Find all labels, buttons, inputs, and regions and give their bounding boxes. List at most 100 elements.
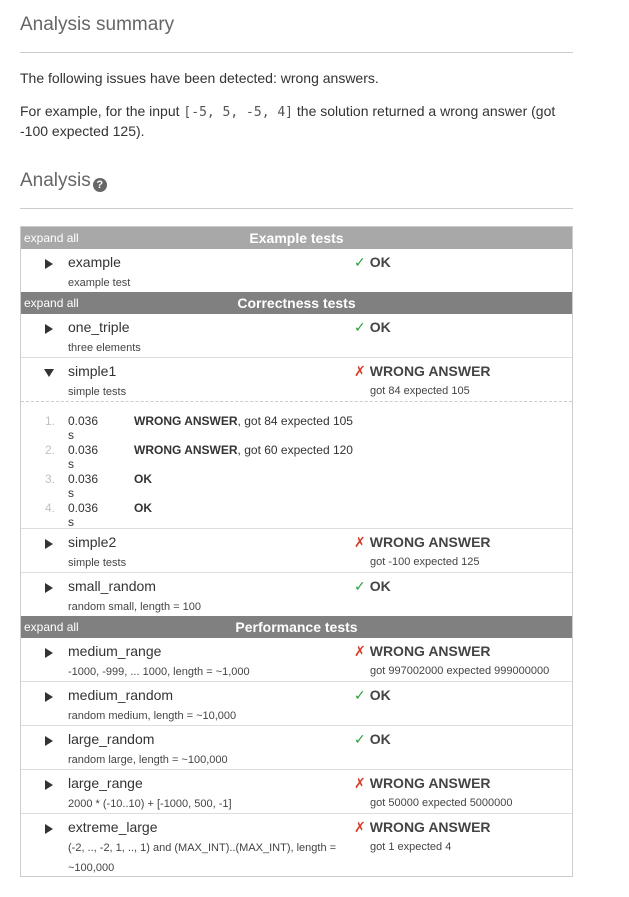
test-status: ✗ WRONG ANSWER — [354, 363, 491, 380]
expand-triangle-icon[interactable] — [45, 324, 53, 334]
cross-icon: ✗ — [354, 643, 366, 659]
test-description: three elements — [68, 342, 141, 354]
test-row-simple1[interactable]: simple1 simple tests ✗ WRONG ANSWER got 8… — [21, 357, 572, 401]
expand-triangle-icon[interactable] — [45, 648, 53, 658]
subtest-number: 1. — [45, 414, 56, 428]
summary-example-input: [-5, 5, -5, 4] — [183, 105, 293, 120]
summary-example-text: For example, for the input [-5, 5, -5, 4… — [20, 102, 560, 141]
subtest-result: WRONG ANSWER, got 60 expected 120 — [134, 443, 353, 457]
test-status-label: WRONG ANSWER — [369, 534, 491, 550]
summary-example-pre: For example, for the input — [20, 103, 184, 119]
test-status-label: WRONG ANSWER — [369, 363, 491, 379]
subtest-result-detail: , got 60 expected 120 — [237, 443, 353, 457]
expand-triangle-icon[interactable] — [45, 583, 53, 593]
test-name: medium_range — [68, 643, 162, 659]
subtest-list: 1. 0.036 s WRONG ANSWER, got 84 expected… — [21, 401, 572, 529]
test-description: simple tests — [68, 386, 127, 398]
test-status: ✓ OK — [354, 254, 391, 271]
test-name: example — [68, 254, 121, 270]
test-row-medium-range[interactable]: medium_range -1000, -999, ... 1000, leng… — [21, 638, 572, 681]
test-status: ✗ WRONG ANSWER — [354, 775, 491, 792]
subtest-result-status: OK — [134, 501, 152, 515]
help-icon[interactable]: ? — [92, 178, 107, 192]
test-status: ✓ OK — [354, 319, 391, 336]
test-description: random small, length = 100 — [68, 601, 201, 613]
analysis-divider — [20, 208, 573, 209]
subtest-result-status: WRONG ANSWER — [134, 443, 238, 457]
test-row-one-triple[interactable]: one_triple three elements ✓ OK — [21, 314, 572, 357]
check-icon: ✓ — [354, 319, 366, 335]
test-status: ✓ OK — [354, 578, 391, 595]
test-row-large-range[interactable]: large_range 2000 * (-10..10) + [-1000, 5… — [21, 769, 572, 813]
test-name: one_triple — [68, 319, 130, 335]
test-row-large-random[interactable]: large_random random large, length = ~100… — [21, 725, 572, 769]
subtest-time: 0.036 s — [68, 414, 99, 442]
test-description: example test — [68, 277, 131, 289]
expand-triangle-icon[interactable] — [45, 736, 53, 746]
subtest-time: 0.036 s — [68, 443, 99, 471]
check-icon: ✓ — [354, 731, 366, 747]
test-status: ✓ OK — [354, 687, 391, 704]
test-name: medium_random — [68, 687, 174, 703]
summary-heading: Analysis summary — [20, 14, 175, 35]
test-description: -1000, -999, ... 1000, length = ~1,000 — [68, 666, 250, 678]
test-name: simple2 — [68, 534, 117, 550]
group-title: Performance tests — [235, 619, 358, 635]
test-row-extreme-large[interactable]: extreme_large (-2, .., -2, 1, .., 1) and… — [21, 813, 572, 876]
test-name: simple1 — [68, 363, 117, 379]
group-title: Correctness tests — [237, 295, 356, 311]
collapse-triangle-icon[interactable] — [44, 369, 54, 377]
test-status-detail: got 997002000 expected 999000000 — [370, 665, 550, 677]
check-icon: ✓ — [354, 687, 366, 703]
test-status-detail: got 1 expected 4 — [370, 841, 452, 853]
expand-triangle-icon[interactable] — [45, 259, 53, 269]
expand-triangle-icon[interactable] — [45, 824, 53, 834]
cross-icon: ✗ — [354, 819, 366, 835]
subtest-result: OK — [134, 472, 152, 486]
test-description: 2000 * (-10..10) + [-1000, 500, -1] — [68, 798, 232, 810]
test-row-medium-random[interactable]: medium_random random medium, length = ~1… — [21, 681, 572, 725]
test-name: large_random — [68, 731, 155, 747]
check-icon: ✓ — [354, 578, 366, 594]
test-status-label: WRONG ANSWER — [369, 819, 491, 835]
test-status: ✗ WRONG ANSWER — [354, 819, 491, 836]
test-status-detail: got 84 expected 105 — [370, 385, 470, 397]
results-table: expand all Example tests example example… — [20, 226, 573, 877]
cross-icon: ✗ — [354, 775, 366, 791]
group-header-example: expand all Example tests — [21, 227, 572, 249]
cross-icon: ✗ — [354, 363, 366, 379]
test-name: small_random — [68, 578, 156, 594]
cross-icon: ✗ — [354, 534, 366, 550]
subtest-number: 2. — [45, 443, 56, 457]
test-description: random medium, length = ~10,000 — [68, 710, 237, 722]
summary-divider — [20, 52, 573, 53]
test-status-label: OK — [369, 687, 391, 703]
test-description: random large, length = ~100,000 — [68, 754, 228, 766]
test-row-simple2[interactable]: simple2 simple tests ✗ WRONG ANSWER got -… — [21, 528, 572, 572]
expand-triangle-icon[interactable] — [45, 692, 53, 702]
test-status-label: WRONG ANSWER — [369, 643, 491, 659]
subtest-result-status: OK — [134, 472, 152, 486]
test-status-label: OK — [369, 578, 391, 594]
group-title: Example tests — [249, 230, 344, 246]
test-status-detail: got -100 expected 125 — [370, 556, 480, 568]
test-status: ✗ WRONG ANSWER — [354, 534, 491, 551]
expand-triangle-icon[interactable] — [45, 780, 53, 790]
group-header-correctness: expand all Correctness tests — [21, 292, 572, 314]
subtest-number: 4. — [45, 501, 56, 515]
subtest-result-detail: , got 84 expected 105 — [237, 414, 353, 428]
test-name: large_range — [68, 775, 143, 791]
test-row-example[interactable]: example example test ✓ OK — [21, 249, 572, 292]
test-status-label: OK — [369, 254, 391, 270]
test-status-label: WRONG ANSWER — [369, 775, 491, 791]
subtest-result-status: WRONG ANSWER — [134, 414, 238, 428]
test-description: simple tests — [68, 557, 127, 569]
subtest-time: 0.036 s — [68, 501, 99, 529]
subtest-result: WRONG ANSWER, got 84 expected 105 — [134, 414, 353, 428]
test-description: (-2, .., -2, 1, .., 1) and (MAX_INT)..(M… — [68, 842, 337, 874]
test-status-detail: got 50000 expected 5000000 — [370, 797, 513, 809]
expand-triangle-icon[interactable] — [45, 539, 53, 549]
test-row-small-random[interactable]: small_random random small, length = 100 … — [21, 572, 572, 616]
subtest-result: OK — [134, 501, 152, 515]
test-status-label: OK — [369, 319, 391, 335]
